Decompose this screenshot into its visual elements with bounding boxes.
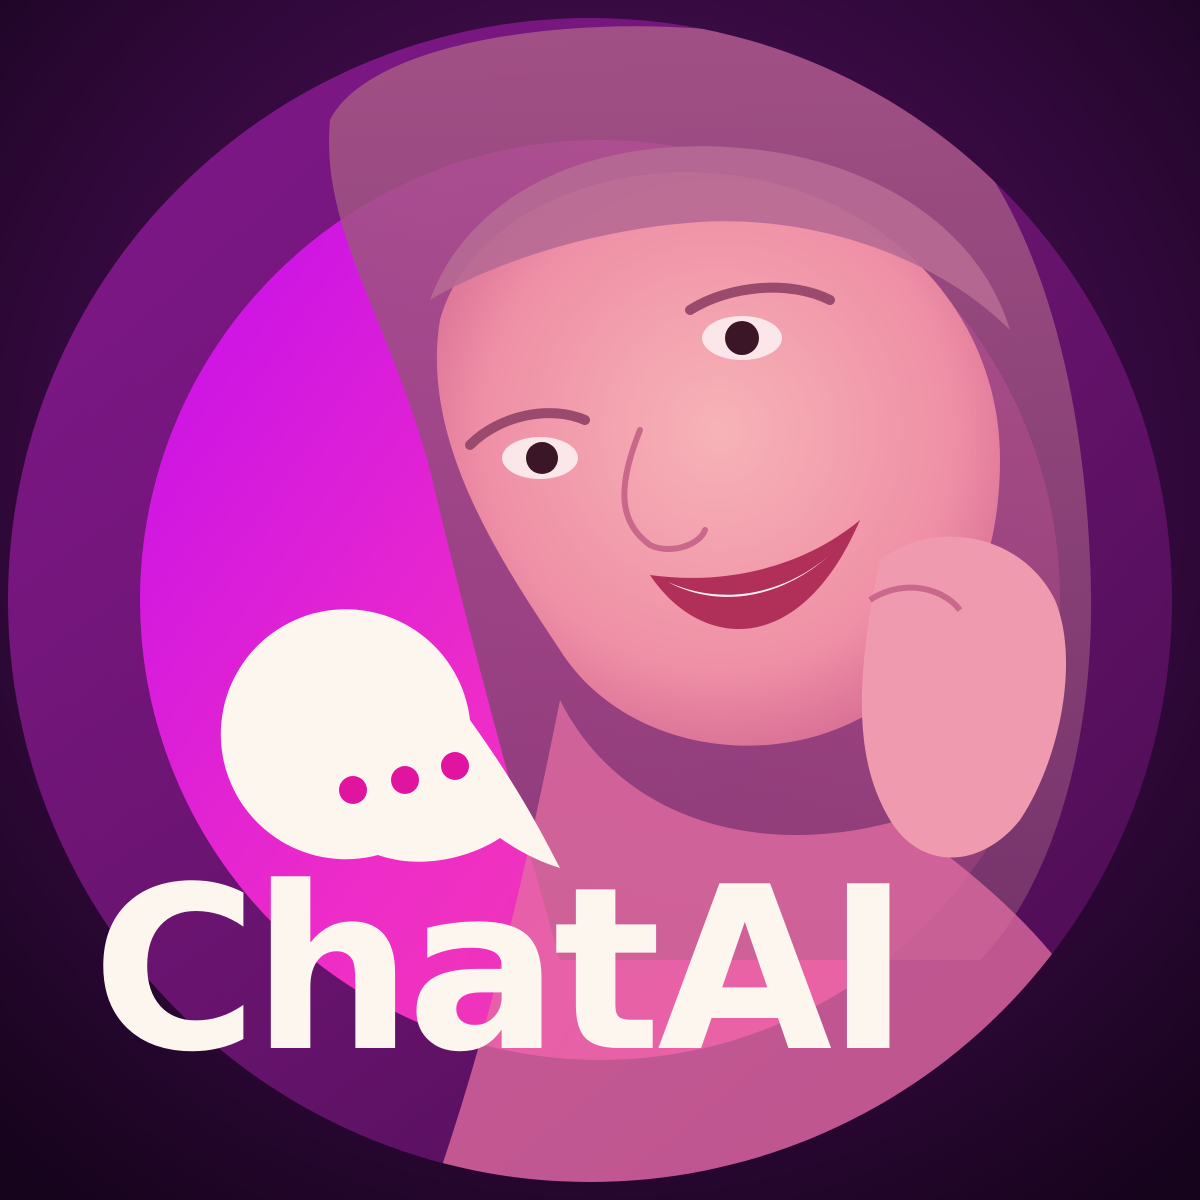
- promo-banner: ChatAI: [0, 0, 1200, 1200]
- brand-word-chat: Chat: [92, 839, 661, 1102]
- brand-word-ai: AI: [657, 839, 910, 1102]
- brand-logo-wordmark: ChatAI: [92, 858, 910, 1084]
